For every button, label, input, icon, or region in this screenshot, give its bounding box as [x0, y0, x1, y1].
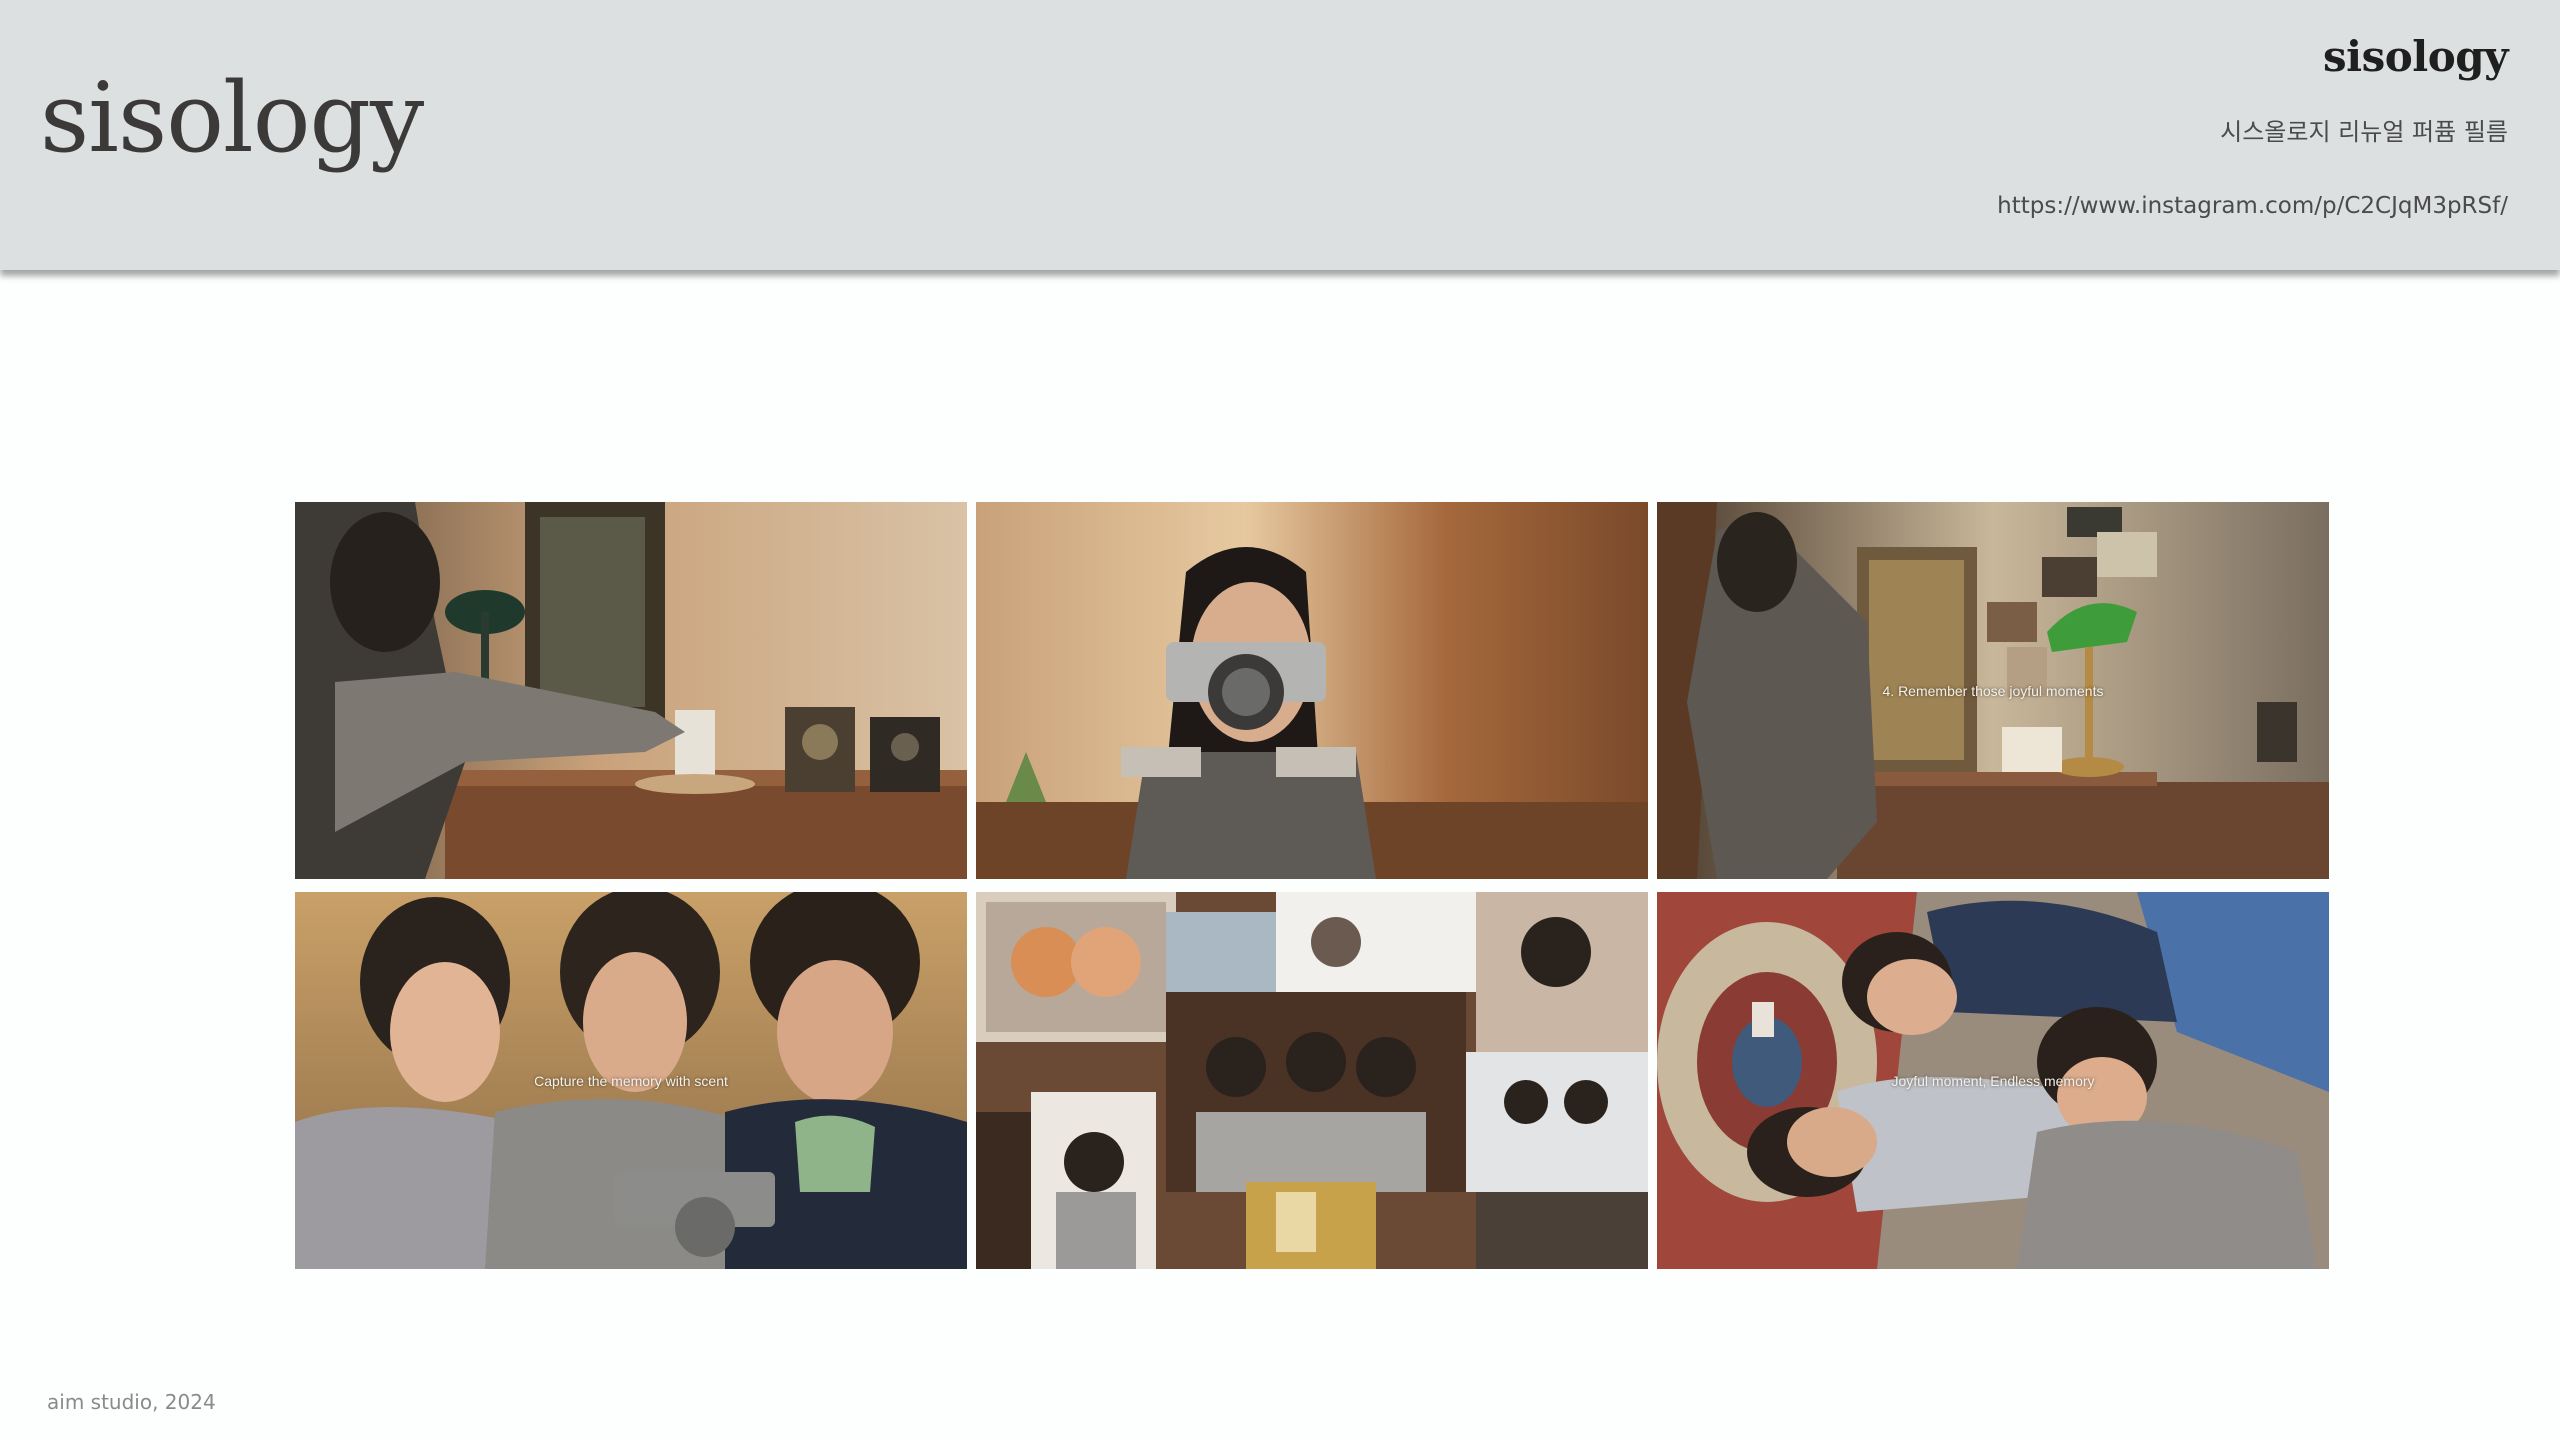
footer-credit: aim studio, 2024: [47, 1390, 216, 1414]
film-title: 시스올로지 리뉴얼 퍼퓸 필름: [2220, 118, 2508, 146]
photo-tile-three-friends[interactable]: Capture the memory with scent: [295, 892, 967, 1269]
photo-tile-dresser[interactable]: [295, 502, 967, 879]
sisology-logo: sisology: [40, 62, 424, 174]
photo-camera-portrait-image: [976, 502, 1648, 879]
photo-tile-rug[interactable]: Joyful moment, Endless memory: [1657, 892, 2329, 1269]
header-info: sisology 시스올로지 리뉴얼 퍼퓸 필름 https://www.ins…: [1997, 32, 2508, 220]
header-band: sisology sisology 시스올로지 리뉴얼 퍼퓸 필름 https:…: [0, 0, 2560, 270]
photo-caption: Capture the memory with scent: [534, 1072, 728, 1089]
photo-caption: 4. Remember those joyful moments: [1882, 682, 2104, 699]
photo-caption: Joyful moment, Endless memory: [1891, 1072, 2095, 1089]
photo-tile-camera-portrait[interactable]: [976, 502, 1648, 879]
brand-name: sisology: [2323, 32, 2508, 81]
instagram-link[interactable]: https://www.instagram.com/p/C2CJqM3pRSf/: [1997, 193, 2508, 219]
photo-dresser-image: [295, 502, 967, 879]
photo-tile-green-lamp[interactable]: 4. Remember those joyful moments: [1657, 502, 2329, 879]
photo-collage-image: [976, 892, 1648, 1269]
photo-tile-collage[interactable]: [976, 892, 1648, 1269]
photo-grid: 4. Remember those joyful moments Capture…: [295, 502, 2330, 1270]
